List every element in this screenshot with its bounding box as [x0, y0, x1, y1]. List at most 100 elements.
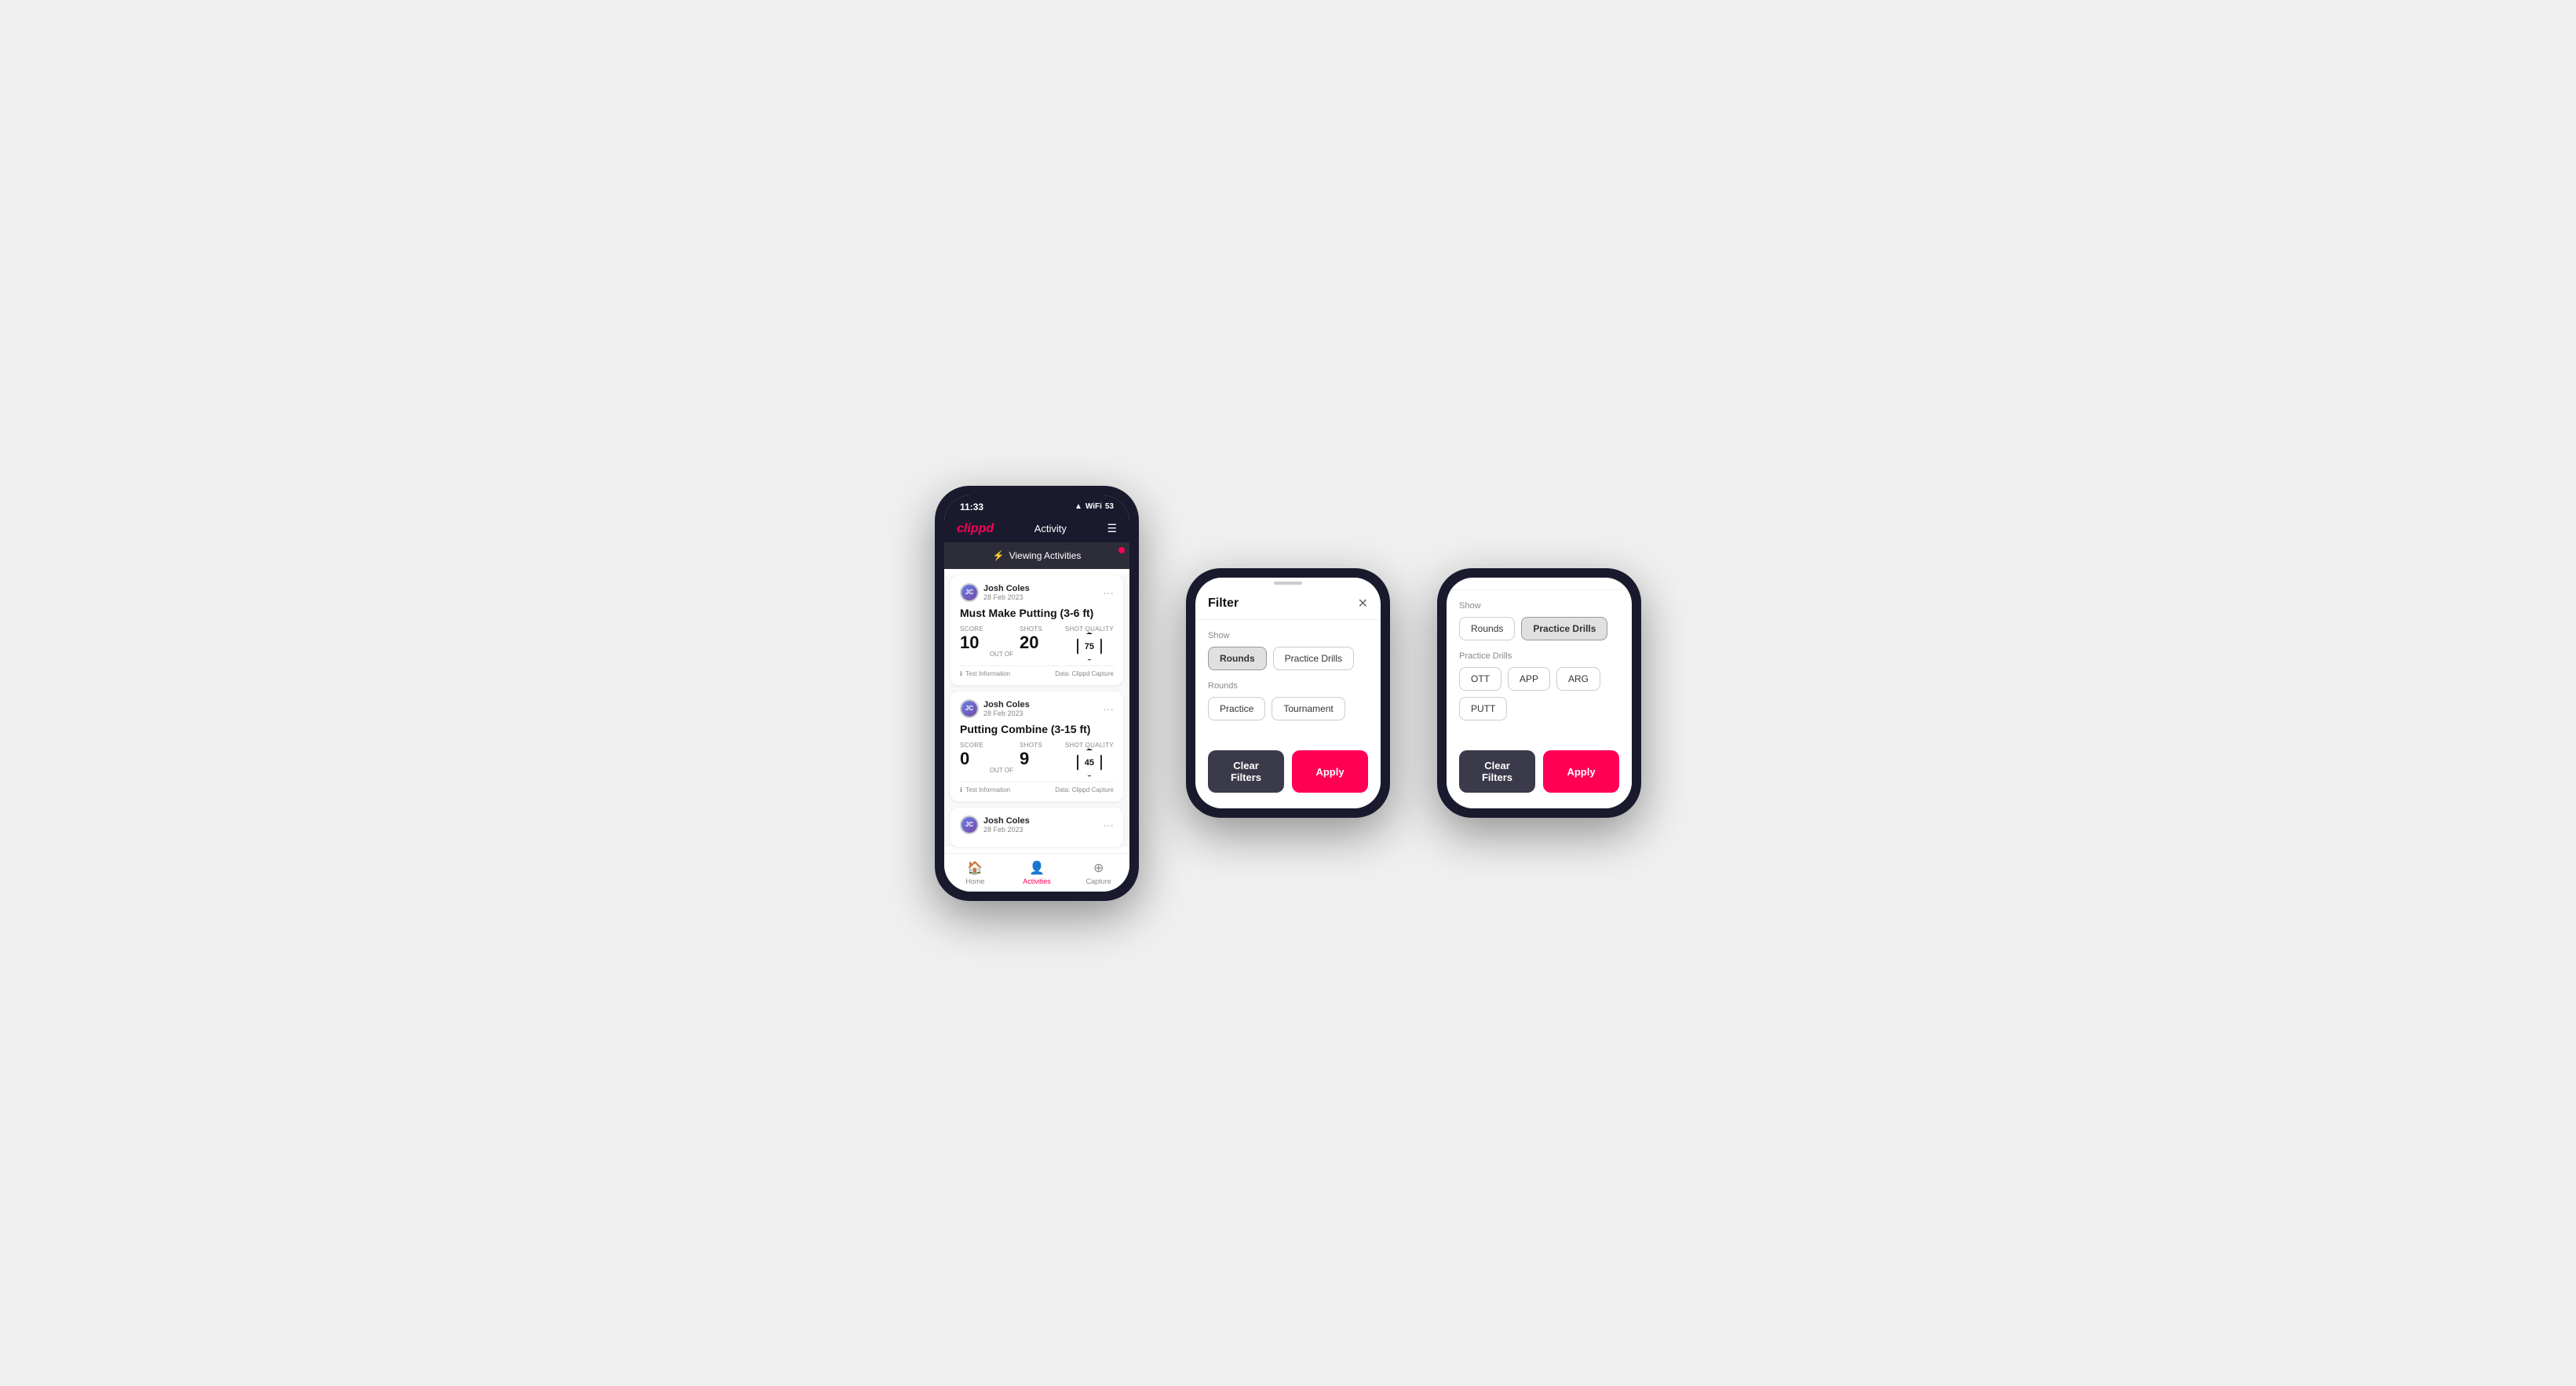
activities-icon-1: 👤: [1029, 860, 1045, 876]
chip-rounds-3[interactable]: Rounds: [1459, 617, 1515, 640]
filter-modal-3: Filter ✕ Show Rounds Practice Drills Pra…: [1447, 578, 1632, 808]
notch: [1005, 495, 1068, 516]
avatar-3: JC: [960, 815, 979, 834]
filter-close-3[interactable]: ✕: [1609, 578, 1619, 582]
activity-user-1: JC Josh Coles 28 Feb 2023 ···: [960, 583, 1114, 602]
footer-info-1: ℹ Test Information: [960, 670, 1010, 677]
activity-title-2: Putting Combine (3-15 ft): [960, 723, 1114, 735]
chip-putt-3[interactable]: PUTT: [1459, 697, 1507, 720]
chip-ott-3[interactable]: OTT: [1459, 667, 1501, 691]
activity-user-3: JC Josh Coles 28 Feb 2023 ···: [960, 815, 1114, 834]
chip-rounds-2[interactable]: Rounds: [1208, 647, 1267, 670]
capture-label-1: Capture: [1086, 877, 1111, 885]
activity-footer-2: ℹ Test Information Data: Clippd Capture: [960, 782, 1114, 793]
info-text-1: Test Information: [965, 670, 1010, 677]
shots-label-2: Shots: [1020, 742, 1042, 749]
filter-footer-2: Clear Filters Apply: [1195, 742, 1381, 808]
filter-body-2: Show Rounds Practice Drills Rounds Pract…: [1195, 620, 1381, 742]
battery-icon: 53: [1105, 502, 1114, 511]
shots-value-2: 9: [1020, 749, 1042, 769]
chip-practice-2[interactable]: Practice: [1208, 697, 1265, 720]
chip-practice-drills-2[interactable]: Practice Drills: [1273, 647, 1354, 670]
user-details-3: Josh Coles 28 Feb 2023: [983, 816, 1030, 833]
viewing-bar-1[interactable]: ⚡ Viewing Activities: [944, 542, 1129, 569]
user-name-3: Josh Coles: [983, 816, 1030, 826]
score-label-2: Score: [960, 742, 983, 749]
menu-icon-1[interactable]: ☰: [1107, 522, 1117, 535]
app-header-1: clippd Activity ☰: [944, 516, 1129, 542]
user-details-1: Josh Coles 28 Feb 2023: [983, 584, 1030, 601]
practice-label-3: Practice Drills: [1459, 651, 1619, 661]
wifi-icon: WiFi: [1085, 502, 1102, 511]
activity-item-2: JC Josh Coles 28 Feb 2023 ··· Putting Co…: [950, 691, 1123, 801]
score-value-1: 10: [960, 633, 983, 653]
shot-quality-1: Shot Quality 75: [1065, 626, 1114, 661]
avatar-img-3: JC: [961, 817, 977, 833]
avatar-2: JC: [960, 699, 979, 718]
activity-footer-1: ℹ Test Information Data: Clippd Capture: [960, 666, 1114, 677]
apply-btn-2[interactable]: Apply: [1292, 750, 1368, 793]
filter-close-2[interactable]: ✕: [1358, 596, 1368, 611]
user-name-1: Josh Coles: [983, 584, 1030, 593]
filter-title-3: Filter: [1459, 578, 1490, 581]
hexagon-2: 45: [1077, 749, 1102, 777]
clear-filters-btn-3[interactable]: Clear Filters: [1459, 750, 1535, 793]
bottom-nav-1: 🏠 Home 👤 Activities ⊕ Capture: [944, 853, 1129, 892]
filter-body-3: Show Rounds Practice Drills Practice Dri…: [1447, 590, 1632, 742]
sq-label-2: Shot Quality: [1065, 742, 1114, 749]
status-icons-1: ▲ WiFi 53: [1075, 502, 1114, 511]
info-icon-1: ℹ: [960, 670, 962, 677]
chip-tournament-2[interactable]: Tournament: [1272, 697, 1345, 720]
shots-label-1: Shots: [1020, 626, 1042, 633]
activity-list: JC Josh Coles 28 Feb 2023 ··· Must Make …: [944, 575, 1129, 847]
chip-app-3[interactable]: APP: [1508, 667, 1550, 691]
home-label-1: Home: [965, 877, 984, 885]
filter-header-3: Filter ✕: [1447, 578, 1632, 590]
nav-capture-1[interactable]: ⊕ Capture: [1067, 854, 1129, 892]
more-btn-2[interactable]: ···: [1103, 702, 1114, 715]
avatar-1: JC: [960, 583, 979, 602]
score-group-2: Score 0: [960, 742, 983, 769]
shots-group-2: Shots 9: [1020, 742, 1042, 769]
score-group-1: Score 10: [960, 626, 983, 653]
out-of-2: OUT OF: [990, 767, 1013, 774]
more-btn-1[interactable]: ···: [1103, 586, 1114, 599]
shot-quality-2: Shot Quality 45: [1065, 742, 1114, 777]
footer-info-2: ℹ Test Information: [960, 786, 1010, 793]
filter-modal-2: Filter ✕ Show Rounds Practice Drills Rou…: [1195, 578, 1381, 808]
filter-handle-2: [1274, 582, 1302, 585]
filter-header-2: Filter ✕: [1195, 589, 1381, 620]
stats-row-1: Score 10 OUT OF Shots 20 Shot Quality 75: [960, 626, 1114, 661]
activity-item-3: JC Josh Coles 28 Feb 2023 ···: [950, 808, 1123, 847]
filter-icon-1: ⚡: [993, 550, 1005, 561]
show-chips-3: Rounds Practice Drills: [1459, 617, 1619, 640]
clear-filters-btn-2[interactable]: Clear Filters: [1208, 750, 1284, 793]
rounds-label-2: Rounds: [1208, 681, 1368, 691]
shots-value-1: 20: [1020, 633, 1042, 653]
activity-item-1: JC Josh Coles 28 Feb 2023 ··· Must Make …: [950, 575, 1123, 685]
shots-group-1: Shots 20: [1020, 626, 1042, 653]
home-icon-1: 🏠: [967, 860, 983, 876]
logo-1: clippd: [957, 522, 994, 536]
chip-practice-drills-3[interactable]: Practice Drills: [1521, 617, 1607, 640]
capture-icon-1: ⊕: [1093, 860, 1104, 876]
scene: 11:33 ▲ WiFi 53 clippd Activity ☰ ⚡ View…: [888, 439, 1688, 948]
chip-arg-3[interactable]: ARG: [1556, 667, 1600, 691]
user-date-3: 28 Feb 2023: [983, 826, 1030, 833]
apply-btn-3[interactable]: Apply: [1543, 750, 1619, 793]
nav-activities-1[interactable]: 👤 Activities: [1006, 854, 1068, 892]
info-icon-2: ℹ: [960, 786, 962, 793]
user-info-1: JC Josh Coles 28 Feb 2023: [960, 583, 1030, 602]
nav-home-1[interactable]: 🏠 Home: [944, 854, 1006, 892]
avatar-img-1: JC: [961, 585, 977, 600]
user-name-2: Josh Coles: [983, 700, 1030, 709]
notification-dot-1: [1118, 547, 1125, 553]
phone-2: 11:33 ▲ WiFi 53 clippd Activity ☰ ⚡ View…: [1186, 568, 1390, 818]
user-info-3: JC Josh Coles 28 Feb 2023: [960, 815, 1030, 834]
out-of-1: OUT OF: [990, 651, 1013, 658]
more-btn-3[interactable]: ···: [1103, 819, 1114, 831]
show-chips-2: Rounds Practice Drills: [1208, 647, 1368, 670]
practice-chips-3: OTT APP ARG PUTT: [1459, 667, 1619, 720]
show-label-2: Show: [1208, 631, 1368, 640]
user-date-1: 28 Feb 2023: [983, 593, 1030, 601]
